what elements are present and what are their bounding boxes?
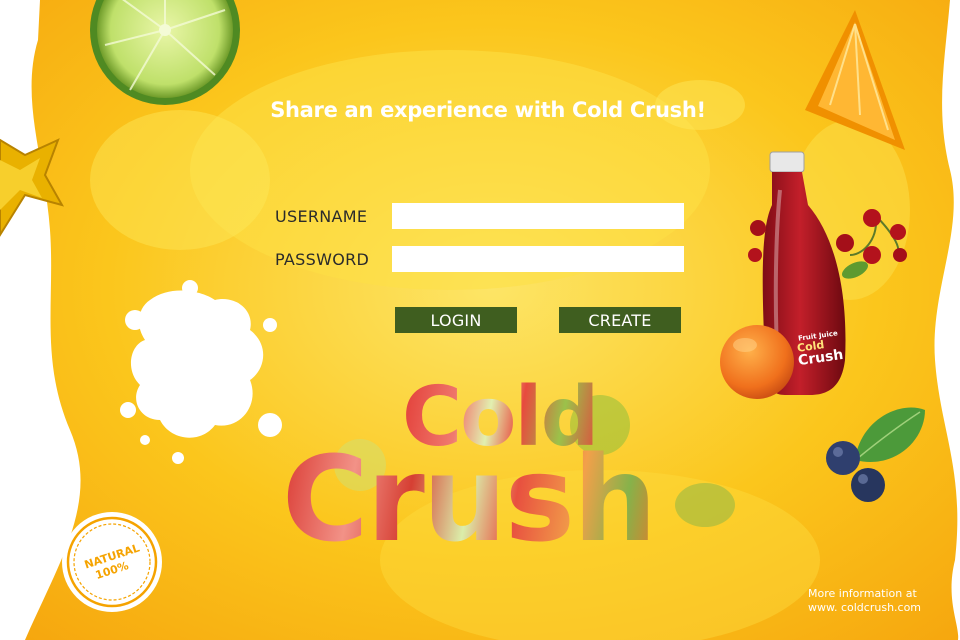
brand-logo-line2: Crush xyxy=(282,430,657,568)
tagline: Share an experience with Cold Crush! xyxy=(270,98,706,122)
info-line2: www. coldcrush.com xyxy=(808,601,922,614)
create-button[interactable]: CREATE xyxy=(559,307,681,333)
password-label: PASSWORD xyxy=(275,250,370,269)
info-line1: More information at xyxy=(808,587,917,600)
login-page: Share an experience with Cold Crush! USE… xyxy=(0,0,960,640)
info-text: More information at www. coldcrush.com xyxy=(808,587,921,615)
brand-logo: Cold Crush xyxy=(282,370,762,620)
login-button[interactable]: LOGIN xyxy=(395,307,517,333)
password-input[interactable] xyxy=(392,246,684,272)
username-input[interactable] xyxy=(392,203,684,229)
natural-badge: NATURAL 100% xyxy=(62,512,162,612)
username-label: USERNAME xyxy=(275,207,368,226)
